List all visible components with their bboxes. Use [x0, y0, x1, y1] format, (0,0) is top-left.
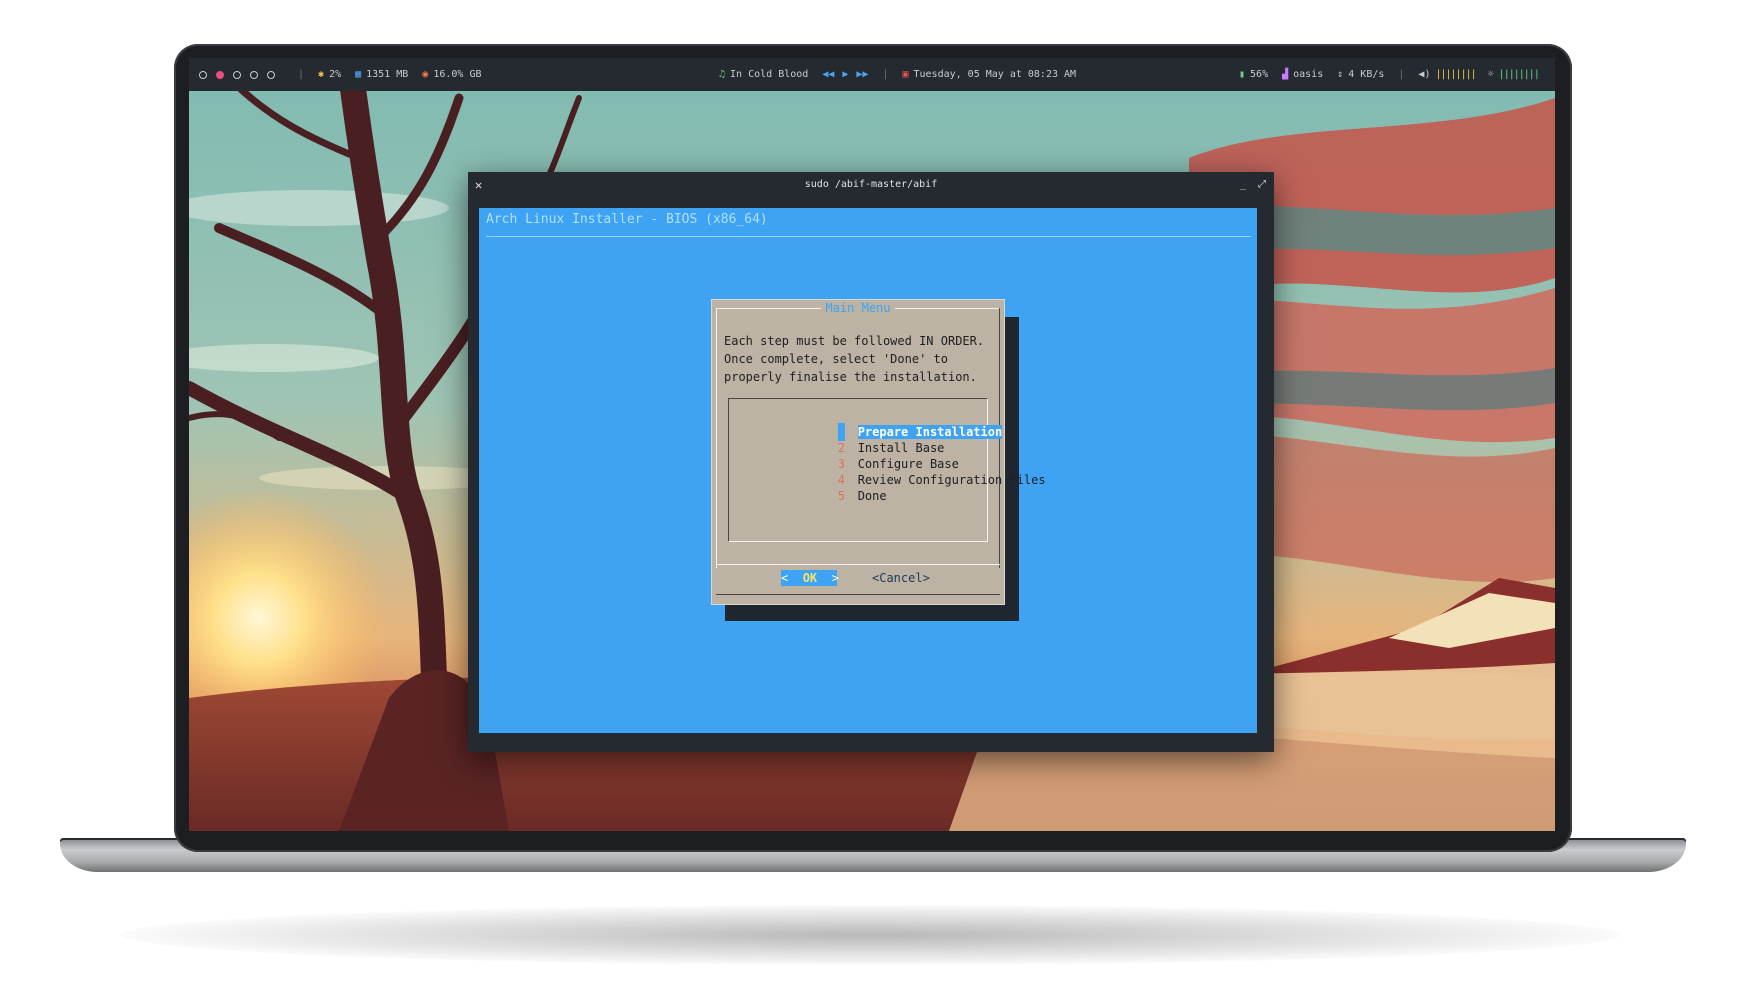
brightness-icon[interactable]: ☼ [1488, 69, 1494, 80]
volume-level-bar[interactable]: |||||||| [1435, 69, 1476, 80]
workspace-3[interactable] [233, 70, 241, 79]
volume-icon[interactable]: ◀) [1418, 69, 1430, 80]
dialog-bottom-border [716, 594, 1000, 595]
laptop-shadow [120, 905, 1620, 965]
ok-button[interactable]: < OK > [781, 570, 839, 586]
network-widget: ⇕ 4 KB/s [1337, 69, 1384, 80]
clock-widget: ▣ Tuesday, 05 May at 08:23 AM [902, 69, 1076, 80]
menu-item-done[interactable]: 5 Done [751, 469, 887, 503]
backtitle-divider [486, 236, 1251, 237]
maximize-icon[interactable]: ⤢ [1258, 179, 1266, 190]
disk-value: 16.0% GB [433, 69, 482, 80]
wifi-name: oasis [1293, 69, 1324, 80]
workspace-1[interactable] [199, 70, 207, 79]
memory-value: 1351 MB [366, 69, 409, 80]
dialog-title: Main Menu [712, 300, 1004, 316]
cancel-button[interactable]: <Cancel> [872, 570, 930, 586]
menu-item-number: 5 [837, 489, 845, 503]
window-controls: _ ⤢ [1240, 172, 1266, 198]
battery-widget: ▮ 56% [1239, 69, 1268, 80]
next-track-icon[interactable]: ▶▶ [856, 69, 868, 80]
close-icon[interactable]: ✕ [475, 172, 482, 198]
terminal-content: Arch Linux Installer - BIOS (x86_64) Mai… [479, 208, 1257, 733]
ok-button-label: OK [802, 571, 818, 585]
disk-widget: ◉ 16.0% GB [422, 69, 481, 80]
workspace-5[interactable] [267, 70, 275, 79]
brightness-level-bar[interactable]: |||||||| [1499, 69, 1540, 80]
right-widgets: ▮ 56% ▟ oasis ⇕ 4 KB/s | ◀) |||||||| ☼ |… [1239, 58, 1540, 91]
separator: | [882, 69, 889, 80]
minimize-icon[interactable]: _ [1240, 179, 1246, 190]
battery-icon: ▮ [1239, 69, 1246, 80]
wifi-widget[interactable]: ▟ oasis [1282, 69, 1323, 80]
menu-item-label: Done [857, 489, 887, 503]
top-status-bar: | ✱ 2% ▦ 1351 MB ◉ 16.0% GB ♫ In Cold Bl… [189, 58, 1555, 91]
terminal-window: sudo /abif-master/abif ✕ _ ⤢ Arch Linux … [468, 172, 1274, 752]
music-title: In Cold Blood [730, 69, 809, 80]
memory-widget: ▦ 1351 MB [355, 69, 408, 80]
wifi-icon: ▟ [1282, 69, 1289, 80]
play-icon[interactable]: ▶ [842, 69, 848, 80]
calendar-icon: ▣ [902, 69, 909, 80]
network-speed: 4 KB/s [1348, 69, 1385, 80]
workspace-4[interactable] [250, 70, 258, 79]
dialog-title-text: Main Menu [821, 301, 895, 315]
cpu-widget: ✱ 2% [318, 69, 341, 80]
battery-value: 56% [1250, 69, 1269, 80]
datetime: Tuesday, 05 May at 08:23 AM [913, 69, 1077, 80]
cpu-icon: ✱ [318, 69, 325, 80]
dialog-instructions: Each step must be followed IN ORDER. Onc… [724, 334, 985, 384]
dialog-button-separator [716, 564, 1000, 565]
center-widgets: ♫ In Cold Blood ◀◀ ▶ ▶▶ | ▣ Tuesday, 05 … [719, 58, 1090, 91]
disk-icon: ◉ [422, 69, 429, 80]
up-down-arrows-icon: ⇕ [1337, 69, 1344, 80]
workspace-2[interactable] [216, 70, 224, 79]
music-note-icon: ♫ [719, 69, 726, 80]
separator: | [1398, 69, 1405, 80]
workspace-indicators: | ✱ 2% ▦ 1351 MB ◉ 16.0% GB [199, 58, 496, 91]
main-menu-dialog: Main Menu Each step must be followed IN … [711, 299, 1046, 605]
laptop-screen: | ✱ 2% ▦ 1351 MB ◉ 16.0% GB ♫ In Cold Bl… [189, 58, 1555, 831]
separator: | [298, 69, 305, 80]
window-title: sudo /abif-master/abif [804, 179, 938, 190]
menu-list: 1 Prepare Installation 2 Install Base 3 Con… [728, 398, 1046, 542]
previous-track-icon[interactable]: ◀◀ [822, 69, 834, 80]
cpu-value: 2% [329, 69, 342, 80]
music-widget[interactable]: ♫ In Cold Blood [719, 69, 808, 80]
installer-backtitle: Arch Linux Installer - BIOS (x86_64) [486, 212, 768, 227]
memory-icon: ▦ [355, 69, 362, 80]
